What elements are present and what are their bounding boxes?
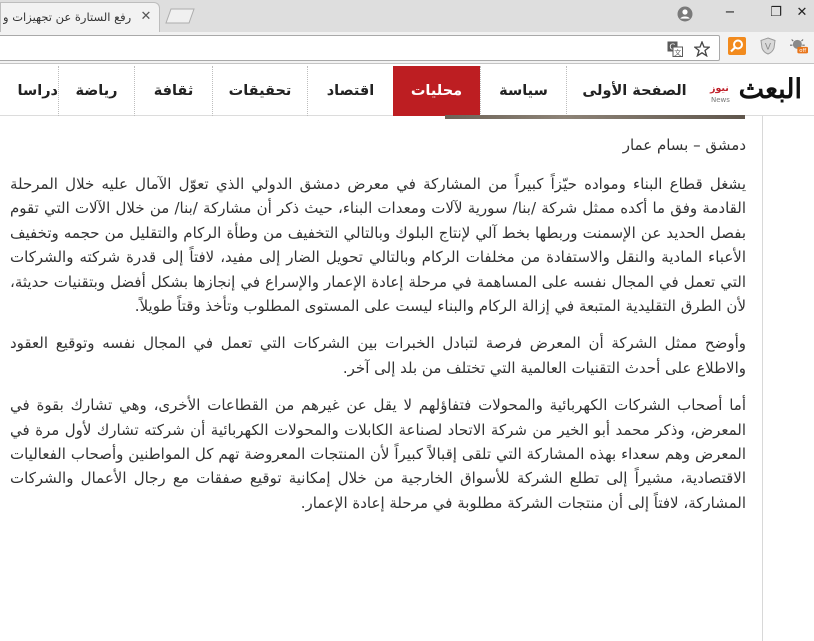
nav-item-politics[interactable]: سياسة <box>480 66 566 116</box>
close-window-icon[interactable]: ✕ <box>792 4 812 22</box>
svg-text:文: 文 <box>674 48 681 57</box>
close-icon[interactable]: ✕ <box>139 10 153 24</box>
logo-subtitle: نيوز <box>710 83 729 94</box>
browser-toolbar: G 文 V off <box>0 32 814 64</box>
nav-item-culture[interactable]: ثقافة <box>134 66 212 116</box>
article-paragraph: يشغل قطاع البناء ومواده حيّزاً كبيراً من… <box>10 175 746 316</box>
content-divider <box>762 116 763 641</box>
profile-icon[interactable] <box>677 6 693 22</box>
nav-item-studies[interactable]: دراسا <box>0 66 58 116</box>
site-logo[interactable]: البعث نيوز News <box>704 72 804 112</box>
nav-item-front-page[interactable]: الصفحة الأولى <box>566 66 702 116</box>
logo-news: News <box>711 96 730 104</box>
logo-text: البعث <box>738 74 802 105</box>
site-navigation: البعث نيوز News الصفحة الأولى سياسة محلي… <box>0 64 814 116</box>
nav-item-local[interactable]: محليات <box>393 66 480 116</box>
new-tab-icon[interactable] <box>165 8 195 24</box>
svg-text:V: V <box>765 43 772 53</box>
article-paragraph: وأوضح ممثل الشركة أن المعرض فرصة لتبادل … <box>10 334 746 377</box>
bug-extension-icon[interactable]: off <box>790 37 808 55</box>
translate-icon[interactable]: G 文 <box>667 41 683 57</box>
tab-strip: رفع الستارة عن تجهيزات و ✕ − ❐ ✕ <box>0 0 814 32</box>
browser-tab[interactable]: رفع الستارة عن تجهيزات و ✕ <box>0 2 160 32</box>
tab-title: رفع الستارة عن تجهيزات و <box>3 10 132 24</box>
article-image-edge <box>445 115 745 119</box>
maximize-icon[interactable]: ❐ <box>766 4 786 22</box>
nav-item-investigations[interactable]: تحقيقات <box>212 66 307 116</box>
article-paragraph: أما أصحاب الشركات الكهربائية والمحولات ف… <box>10 396 746 512</box>
shield-extension-icon[interactable]: V <box>759 37 777 55</box>
nav-item-sports[interactable]: رياضة <box>58 66 134 116</box>
search-extension-icon[interactable] <box>728 37 746 55</box>
article-byline: دمشق – بسام عمار <box>622 136 746 154</box>
nav-item-economy[interactable]: اقتصاد <box>307 66 393 116</box>
extension-badge: off <box>799 48 806 54</box>
star-icon[interactable] <box>694 41 710 57</box>
address-bar[interactable]: G 文 <box>0 35 720 61</box>
article-body: دمشق – بسام عمار يشغل قطاع البناء ومواده… <box>10 132 746 528</box>
minimize-icon[interactable]: − <box>720 4 740 22</box>
